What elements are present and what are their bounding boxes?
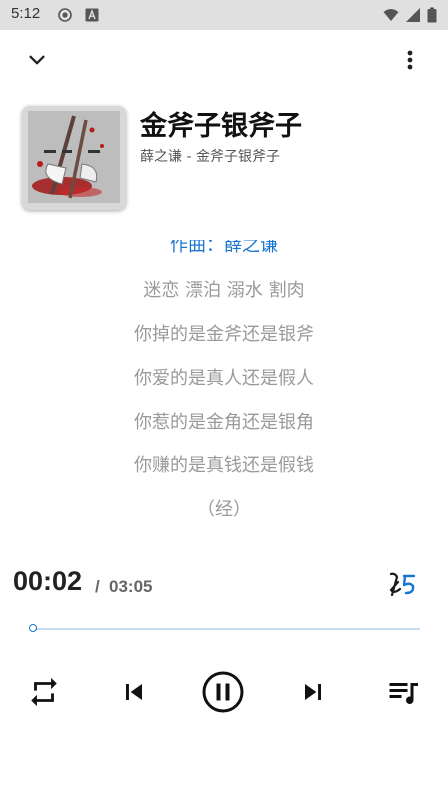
playlist-icon <box>389 683 418 704</box>
lyric-line: （经） <box>197 499 251 520</box>
more-options-button[interactable] <box>390 40 430 80</box>
lyrics-icon <box>389 572 416 597</box>
previous-button[interactable] <box>112 670 156 714</box>
collapse-button[interactable] <box>17 40 57 80</box>
progress-bar[interactable] <box>33 628 420 630</box>
signal-icon <box>406 8 420 22</box>
skip-next-icon <box>305 684 321 700</box>
lyric-line: 你赚的是真钱还是假钱 <box>134 455 314 476</box>
record-icon <box>58 8 72 22</box>
time-separator: / <box>95 577 100 596</box>
song-subtitle: 薛之谦 - 金斧子银斧子 <box>140 149 280 165</box>
wifi-icon <box>383 9 399 21</box>
pause-button[interactable] <box>201 670 245 714</box>
font-app-icon <box>85 8 99 22</box>
lyrics-view[interactable]: 作曲：薛之谦 迷恋 漂泊 溺水 割肉 你掉的是金斧还是银斧 你爱的是真人还是假人… <box>0 228 448 528</box>
album-art[interactable] <box>22 106 126 210</box>
lyric-line: 你爱的是真人还是假人 <box>134 368 314 389</box>
repeat-icon <box>31 677 57 707</box>
current-time: 00:02 <box>13 566 83 596</box>
queue-button[interactable] <box>381 670 425 714</box>
next-button[interactable] <box>291 670 335 714</box>
more-vertical-icon <box>407 50 413 70</box>
pause-circle-icon <box>202 671 244 713</box>
progress-thumb[interactable] <box>29 624 37 632</box>
status-time: 5:12 <box>11 5 41 22</box>
lyric-line: 你惹的是金角还是银角 <box>134 412 314 433</box>
skip-previous-icon <box>126 684 142 700</box>
album-cover-image <box>22 106 126 210</box>
lyrics-top-fade <box>0 222 448 240</box>
lyrics-toggle-button[interactable] <box>382 564 422 604</box>
song-title: 金斧子银斧子 <box>140 111 302 142</box>
repeat-button[interactable] <box>22 670 66 714</box>
total-time: 03:05 <box>109 577 153 596</box>
lyric-line: 你掉的是金斧还是银斧 <box>134 324 314 345</box>
lyric-line: 迷恋 漂泊 溺水 割肉 <box>143 280 305 301</box>
chevron-down-icon <box>29 55 45 65</box>
battery-icon <box>427 7 437 23</box>
status-bar: 5:12 <box>0 0 448 30</box>
